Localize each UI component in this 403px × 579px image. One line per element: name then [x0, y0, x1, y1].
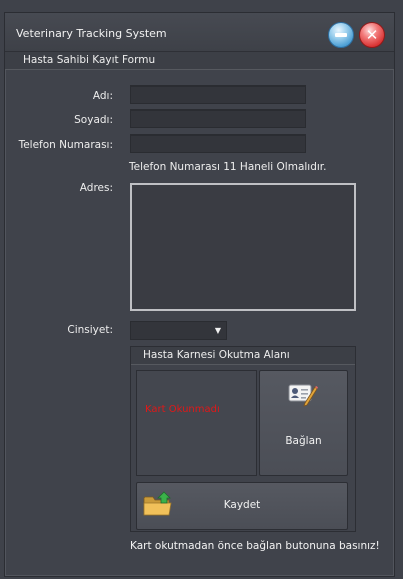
card-reader-group-header: Hasta Karnesi Okutma Alanı [131, 347, 355, 365]
card-status-text: Kart Okunmadı [145, 404, 220, 415]
gender-label: Cinsiyet: [67, 324, 113, 336]
close-button[interactable]: ✕ [359, 22, 385, 48]
form-section-header: Hasta Sahibi Kayıt Formu [5, 52, 394, 70]
phone-label: Telefon Numarası: [18, 139, 113, 151]
card-status-panel: Kart Okunmadı [136, 370, 257, 476]
first-name-label: Adı: [92, 90, 113, 102]
close-icon: ✕ [365, 26, 379, 44]
phone-hint-text: Telefon Numarası 11 Haneli Olmalıdır. [129, 161, 327, 173]
save-button-label: Kaydet [223, 499, 261, 511]
address-textarea[interactable] [130, 183, 356, 311]
title-bar[interactable]: Veterinary Tracking System ✕ [5, 13, 394, 52]
footer-note: Kart okutmadan önce bağlan butonuna bası… [130, 540, 380, 552]
gender-select[interactable]: ▼ [130, 321, 227, 340]
connect-button[interactable]: Bağlan [259, 370, 348, 476]
dropdown-arrow-icon: ▼ [214, 326, 221, 335]
window-title: Veterinary Tracking System [16, 27, 167, 40]
address-label: Adres: [79, 182, 113, 194]
card-reader-group: Hasta Karnesi Okutma Alanı Kart Okunmadı… [130, 346, 356, 532]
connect-button-label: Bağlan [285, 435, 322, 447]
id-card-pen-icon [288, 381, 318, 411]
last-name-label: Soyadı: [74, 114, 113, 126]
minimize-button[interactable] [328, 22, 354, 48]
phone-input[interactable] [130, 134, 306, 153]
form-section-title: Hasta Sahibi Kayıt Formu [23, 54, 156, 66]
first-name-input[interactable] [130, 85, 306, 104]
main-window: Veterinary Tracking System ✕ Hasta Sahib… [4, 12, 395, 577]
save-button[interactable]: Kaydet [136, 482, 348, 530]
last-name-input[interactable] [130, 109, 306, 128]
card-reader-group-title: Hasta Karnesi Okutma Alanı [143, 349, 290, 361]
